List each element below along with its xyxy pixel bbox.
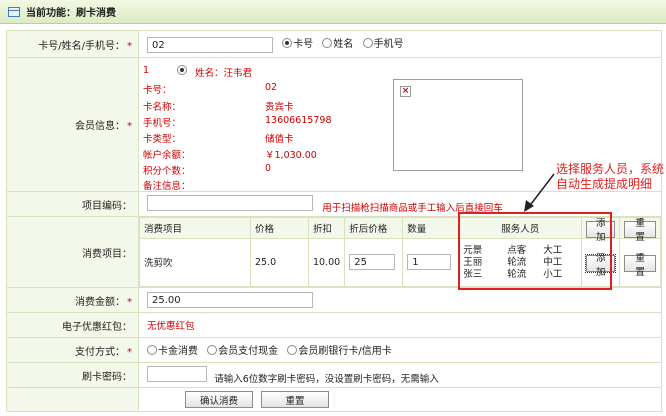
amount-input[interactable]: 25.00	[147, 292, 313, 308]
table-icon	[8, 6, 20, 17]
annotation-arrow-icon	[524, 173, 555, 212]
col-header: 服务人员	[458, 217, 583, 239]
reset-row-button[interactable]: 重置	[624, 253, 656, 278]
field-label: 手机号：	[143, 117, 182, 129]
search-input[interactable]: 02	[147, 37, 273, 53]
col-header: 消费项目	[139, 217, 251, 239]
field-value: 贵宾卡	[265, 101, 294, 113]
after-price-input[interactable]: 25	[349, 254, 396, 271]
items-label: 消费项目：	[6, 216, 139, 288]
amount-label: 消费金额： *	[6, 287, 139, 313]
broken-image-icon: ×	[400, 85, 411, 97]
add-staff-button[interactable]: 添加	[585, 253, 617, 278]
search-label: 卡号/姓名/手机号： *	[6, 30, 139, 58]
pay-bank-radio[interactable]: 会员刷银行卡/信用卡	[287, 342, 392, 357]
col-header: 折扣	[307, 217, 346, 239]
title-bar: 当前功能：刷卡消费	[0, 0, 666, 24]
qty-input[interactable]: 1	[407, 254, 452, 271]
radio-phone[interactable]: 手机号	[362, 35, 404, 50]
field-value: ￥1,030.00	[265, 149, 317, 161]
confirm-button[interactable]: 确认消费	[185, 391, 253, 408]
staff-list[interactable]: 元景 点客 大工 王丽 轮流 中工 张三 轮流 小工	[463, 245, 577, 280]
col-header: 数量	[402, 217, 460, 239]
item-name: 洗剪吹	[139, 237, 251, 287]
pay-card-radio[interactable]: 卡金消费	[147, 342, 198, 357]
field-label: 积分个数：	[143, 165, 191, 177]
field-value: 0	[265, 162, 272, 174]
item-discount: 10.00	[307, 237, 346, 287]
member-name: 汪韦君	[223, 67, 253, 79]
coupon-value: 无优惠红包	[147, 321, 195, 332]
col-header: 折后价格	[344, 217, 404, 239]
item-price: 25.0	[250, 237, 309, 287]
payment-label: 支付方式： *	[6, 337, 139, 363]
field-label: 卡号：	[143, 84, 172, 96]
reset-button-header[interactable]: 重置	[624, 218, 656, 243]
items-table: 消费项目 价格 折扣 折后价格 数量 服务人员 添加 重置 洗剪吹 25.0 1…	[139, 217, 661, 287]
field-value: 储值卡	[265, 133, 294, 145]
item-code-input[interactable]	[147, 194, 313, 211]
pay-cash-radio[interactable]: 会员支付现金	[207, 342, 278, 357]
field-label: 备注信息：	[143, 180, 191, 192]
radio-card[interactable]: 卡号	[282, 35, 313, 50]
add-staff-button-header[interactable]: 添加	[586, 218, 616, 243]
reset-button[interactable]: 重置	[261, 391, 329, 408]
annotation-text: 选择服务人员，系统自动生成提成明细	[556, 162, 665, 191]
field-value: 02	[265, 81, 278, 93]
field-label: 卡名称：	[143, 101, 182, 113]
field-label: 帐户余额：	[143, 149, 191, 161]
field-label: 卡类型：	[143, 133, 182, 145]
page-title: 当前功能：刷卡消费	[26, 8, 116, 19]
member-photo: ×	[393, 78, 523, 171]
password-hint: 请输入6位数字刷卡密码，没设置刷卡密码，无需输入	[214, 373, 439, 385]
item-code-hint: 用于扫描枪扫描商品或手工输入后直接回车	[322, 202, 503, 214]
member-index: 1	[143, 64, 150, 76]
password-label: 刷卡密码：	[6, 362, 139, 388]
field-value: 13606615798	[265, 114, 332, 126]
password-input[interactable]	[147, 365, 207, 382]
member-select-radio[interactable]	[177, 64, 187, 75]
member-label: 会员信息： *	[6, 57, 139, 192]
radio-name[interactable]: 姓名	[322, 35, 353, 50]
item-code-label: 项目编码：	[6, 191, 139, 217]
consume-form: 卡号/姓名/手机号： * 02 卡号 姓名 手机号 会员信息： * 1 姓名：汪韦君…	[6, 30, 662, 412]
col-header: 价格	[250, 217, 309, 239]
coupon-label: 电子优惠红包：	[6, 312, 139, 338]
